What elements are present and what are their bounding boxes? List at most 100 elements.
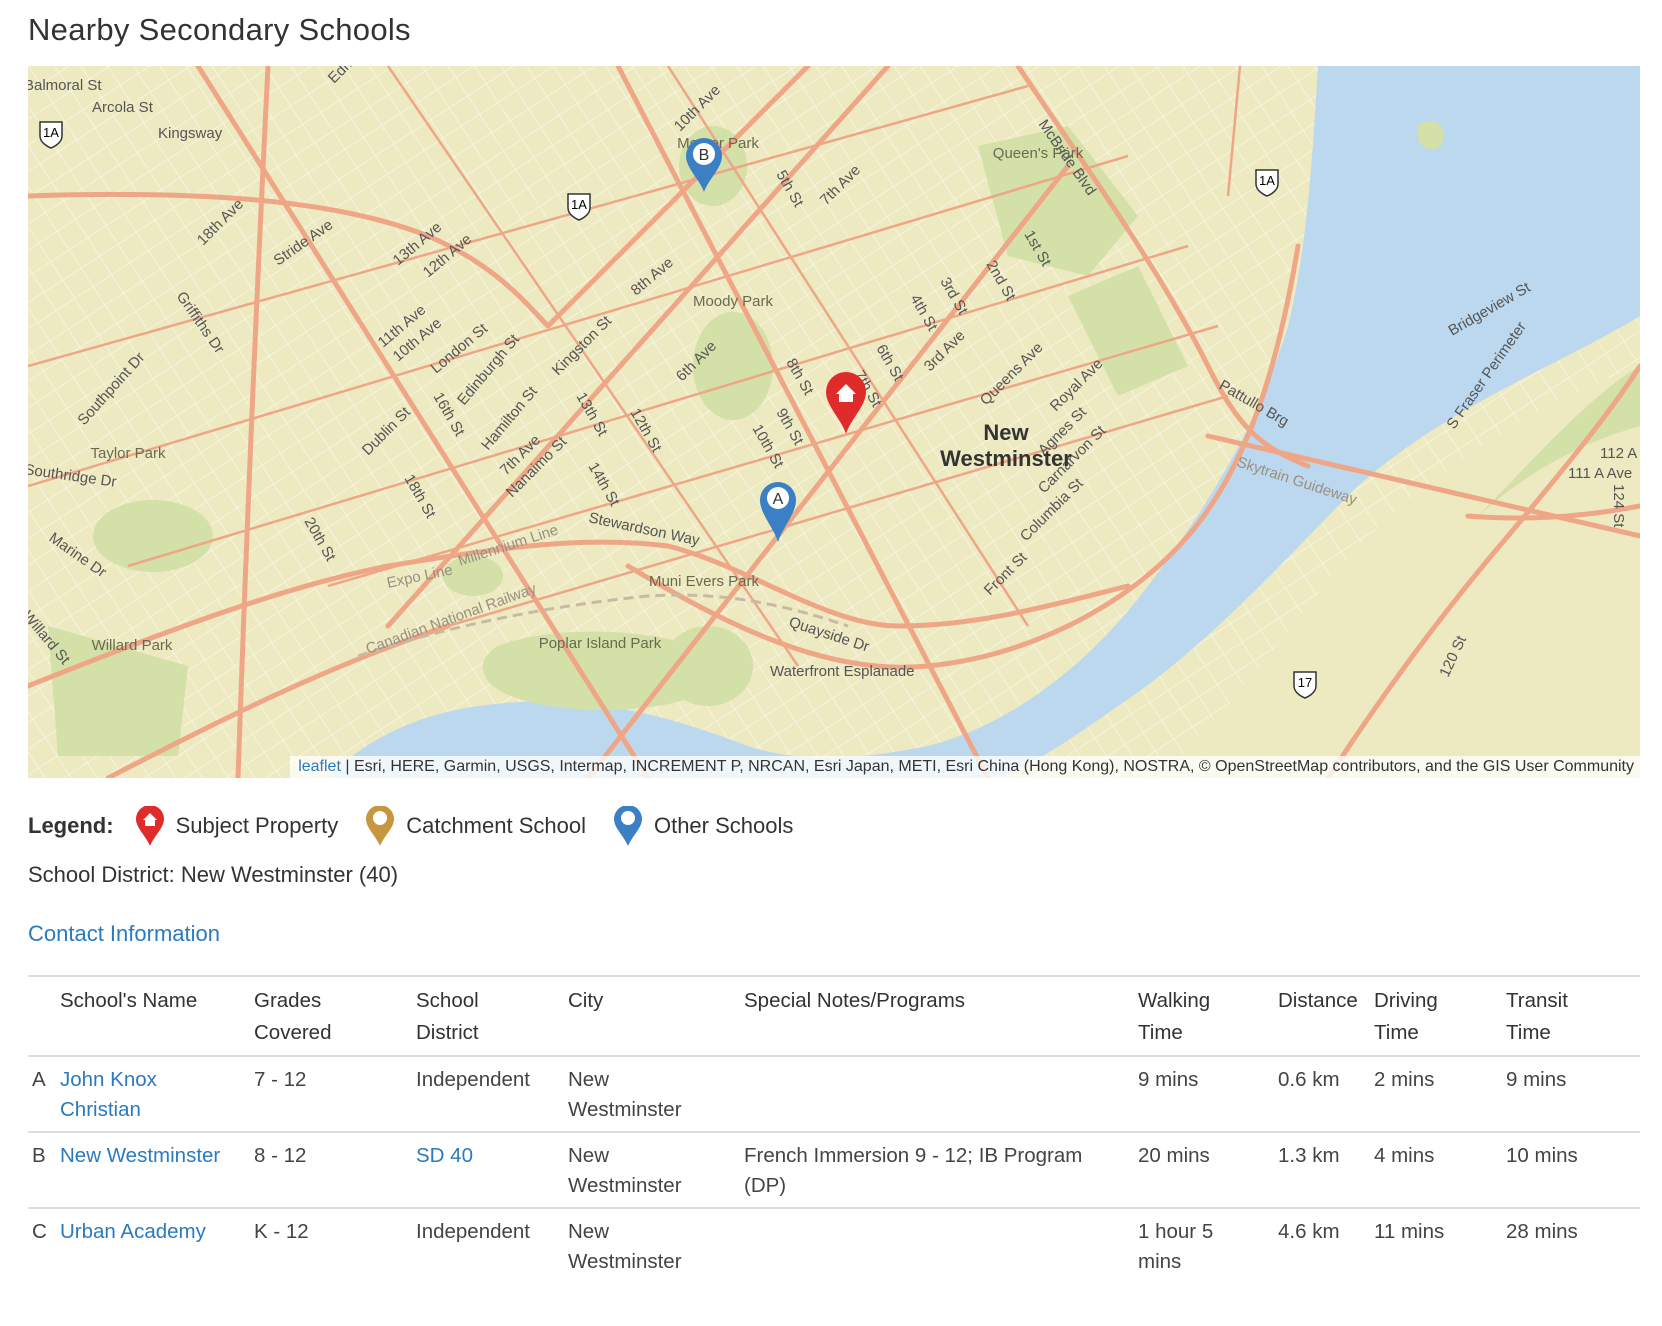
city-cell: New Westminster xyxy=(562,1056,738,1133)
notes-cell xyxy=(738,1208,1132,1283)
legend-item-catchment-school: Catchment School xyxy=(366,806,586,846)
driving-cell: 4 mins xyxy=(1368,1132,1500,1209)
header-label: Transit xyxy=(1506,989,1568,1012)
attribution-text: | Esri, HERE, Garmin, USGS, Intermap, IN… xyxy=(340,758,1634,775)
legend-label: Legend: xyxy=(28,813,114,838)
header-city: City xyxy=(562,976,738,1057)
table-row: A John Knox Christian 7 - 12 Independent… xyxy=(28,1056,1640,1133)
table-row: B New Westminster 8 - 12 SD 40 New Westm… xyxy=(28,1132,1640,1209)
map-canvas[interactable]: 1A 1A 1A 17 Balmoral St Arcola St Kingsw… xyxy=(28,66,1640,778)
school-name-link[interactable]: John Knox Christian xyxy=(60,1065,180,1125)
map-label: 124 St xyxy=(1610,484,1627,528)
header-label: School xyxy=(416,989,479,1012)
walking-cell: 20 mins xyxy=(1132,1132,1272,1209)
shield-label: 1A xyxy=(1259,173,1275,188)
shield-label: 1A xyxy=(571,197,587,212)
header-label: Time xyxy=(1374,1021,1419,1044)
distance-cell: 1.3 km xyxy=(1272,1132,1368,1209)
header-label: District xyxy=(416,1021,479,1044)
header-label: Grades xyxy=(254,989,322,1012)
distance-cell: 0.6 km xyxy=(1272,1056,1368,1133)
district-cell: Independent xyxy=(416,1220,531,1243)
legend-item-other-schools: Other Schools xyxy=(613,806,794,846)
map-label: Muni Evers Park xyxy=(649,573,760,590)
legend-item-label: Other Schools xyxy=(653,813,794,838)
marker-letter: B xyxy=(699,147,710,164)
school-name: John Knox Christian xyxy=(54,1056,248,1133)
header-label: Time xyxy=(1506,1021,1551,1044)
driving-cell: 11 mins xyxy=(1374,1220,1445,1243)
header-distance: Distance xyxy=(1272,976,1368,1057)
header-school-name: School's Name xyxy=(54,976,248,1057)
map-attribution: leaflet | Esri, HERE, Garmin, USGS, Inte… xyxy=(290,756,1640,778)
marker-icon xyxy=(366,806,395,846)
driving-cell: 2 mins xyxy=(1368,1056,1500,1133)
table-header-row: School's Name Grades Covered School Distri… xyxy=(28,976,1640,1057)
legend: Legend: Subject Property Catchment Schoo… xyxy=(28,806,821,846)
city-cell: New Westminster xyxy=(562,1132,738,1209)
map-label: Waterfront Esplanade xyxy=(770,663,915,680)
city-text: New Westminster xyxy=(568,1068,682,1121)
header-label: City xyxy=(568,989,604,1012)
row-letter: B xyxy=(28,1132,54,1209)
marker-icon xyxy=(613,806,642,846)
map-label: 112 A xyxy=(1600,445,1637,462)
map-label: Balmoral St xyxy=(28,77,102,94)
map-label: Willard Park xyxy=(92,637,173,654)
district-prefix: School District: xyxy=(28,862,181,887)
header-district: School District xyxy=(410,976,562,1057)
header-letter xyxy=(28,976,54,1057)
header-label: Special Notes/Programs xyxy=(744,989,966,1012)
walking-cell: 9 mins xyxy=(1132,1056,1272,1133)
city-label-line: New xyxy=(983,420,1029,445)
walking-cell: 1 hour 5 mins xyxy=(1132,1208,1272,1283)
legend-item-subject-property: Subject Property xyxy=(135,806,338,846)
grades-cell: 7 - 12 xyxy=(248,1056,410,1133)
city-label-line: Westminster xyxy=(940,446,1072,471)
walking-text: 1 hour 5 mins xyxy=(1138,1220,1214,1273)
city-cell: New Westminster xyxy=(562,1208,738,1283)
district-cell: Independent xyxy=(410,1056,562,1133)
header-label: Driving xyxy=(1374,989,1438,1012)
district-cell: SD 40 xyxy=(410,1132,562,1209)
school-name: Urban Academy xyxy=(54,1208,248,1283)
legend-item-label: Catchment School xyxy=(406,813,586,838)
header-label: Time xyxy=(1138,1021,1183,1044)
transit-cell: 28 mins xyxy=(1506,1220,1578,1243)
map-label: Queen's Park xyxy=(993,145,1084,162)
district-link[interactable]: SD 40 xyxy=(416,1144,473,1167)
shield-label: 17 xyxy=(1298,675,1312,690)
house-marker-icon xyxy=(135,806,164,846)
map-label: Kingsway xyxy=(158,125,223,142)
school-district: School District: New Westminster (40) xyxy=(28,862,398,888)
map-label: Moody Park xyxy=(693,293,774,310)
map-label: Poplar Island Park xyxy=(539,635,662,652)
transit-cell: 10 mins xyxy=(1500,1132,1640,1209)
marker-letter: A xyxy=(773,491,784,508)
schools-table: School's Name Grades Covered School Distri… xyxy=(28,975,1640,1283)
city-text: New Westminster xyxy=(568,1144,682,1197)
row-letter: A xyxy=(28,1056,54,1133)
header-label: School's Name xyxy=(60,989,198,1012)
table-row: C Urban Academy K - 12 Independent New W… xyxy=(28,1208,1640,1283)
school-name-link[interactable]: New Westminster xyxy=(60,1144,220,1167)
map[interactable]: 1A 1A 1A 17 Balmoral St Arcola St Kingsw… xyxy=(28,66,1640,778)
row-letter: C xyxy=(32,1220,47,1243)
map-label: Arcola St xyxy=(92,99,154,116)
grades-cell: K - 12 xyxy=(254,1220,309,1243)
school-name-link[interactable]: Urban Academy xyxy=(60,1220,206,1243)
notes-cell xyxy=(738,1056,1132,1133)
header-label: Distance xyxy=(1278,989,1358,1012)
distance-cell: 4.6 km xyxy=(1278,1220,1340,1243)
header-label: Covered xyxy=(254,1021,332,1044)
header-walking: Walking Time xyxy=(1132,976,1272,1057)
map-label: 111 A Ave xyxy=(1568,465,1632,482)
school-name: New Westminster xyxy=(54,1132,248,1209)
district-value: New Westminster (40) xyxy=(180,862,399,887)
header-transit: Transit Time xyxy=(1500,976,1640,1057)
header-notes: Special Notes/Programs xyxy=(738,976,1132,1057)
page-title: Nearby Secondary Schools xyxy=(28,12,411,47)
map-label: Taylor Park xyxy=(90,445,166,462)
contact-information-link[interactable]: Contact Information xyxy=(28,921,220,947)
leaflet-link[interactable]: leaflet xyxy=(298,758,341,775)
